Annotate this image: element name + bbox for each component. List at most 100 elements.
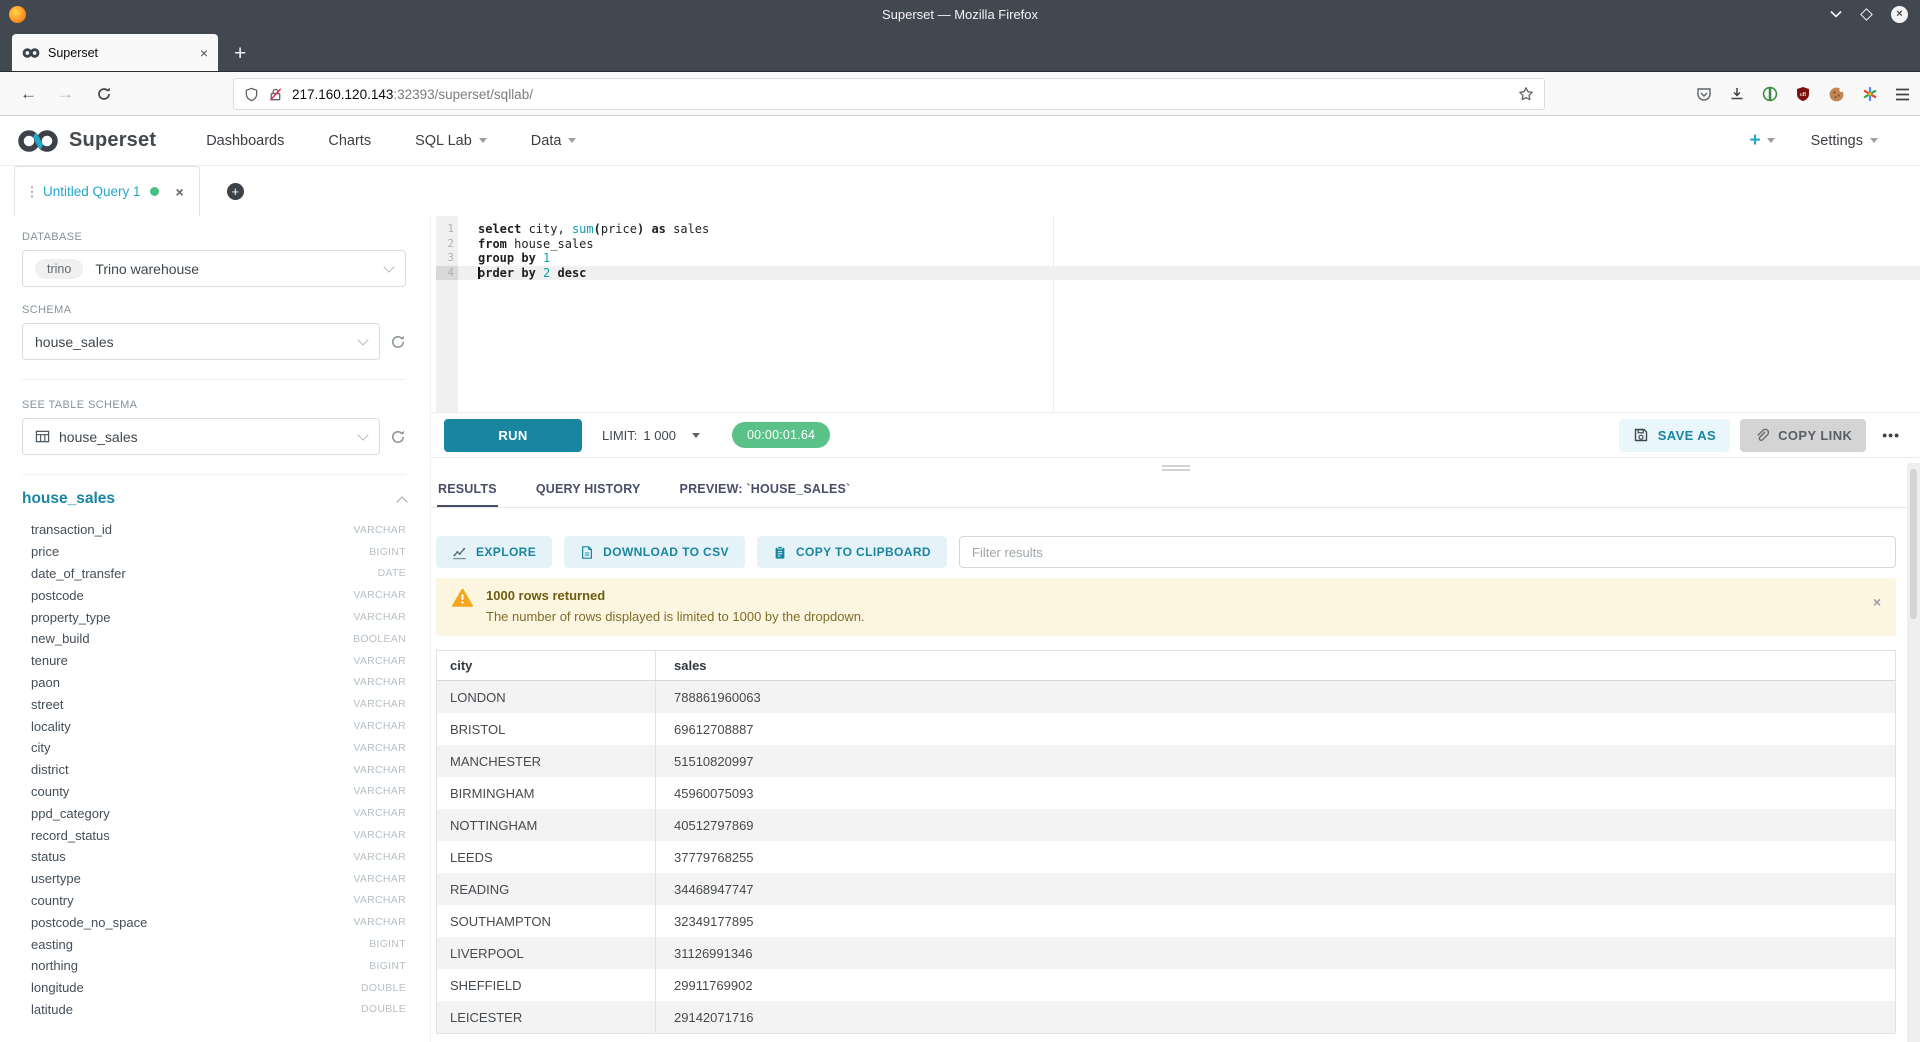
query-tab-close-icon[interactable]: × [176, 184, 184, 200]
nav-item-data[interactable]: Data [531, 133, 577, 149]
csv-file-icon [580, 545, 594, 560]
window-maximize-icon[interactable] [1860, 8, 1873, 21]
chevron-down-icon [383, 261, 394, 272]
editor-code[interactable]: select city, sum(price) as salesfrom hou… [458, 216, 1920, 412]
column-type: VARCHAR [353, 611, 406, 623]
table-select[interactable]: house_sales [22, 418, 380, 455]
more-actions-button[interactable]: ••• [1876, 427, 1906, 443]
cookie-icon[interactable] [1828, 86, 1845, 103]
table-name-heading[interactable]: house_sales [22, 490, 115, 508]
column-type: DOUBLE [361, 1003, 406, 1015]
line-number: 3 [436, 251, 458, 266]
tab-close-icon[interactable]: × [200, 45, 208, 61]
collapse-chevron-icon[interactable] [396, 496, 407, 507]
column-row: usertypeVARCHAR [22, 868, 406, 890]
column-row: districtVARCHAR [22, 759, 406, 781]
refresh-tables-icon[interactable] [390, 429, 406, 445]
results-tab-results[interactable]: RESULTS [437, 480, 498, 507]
download-to-csv-button[interactable]: DOWNLOAD TO CSV [564, 536, 745, 568]
reload-icon[interactable] [96, 86, 112, 102]
column-row: longitudeDOUBLE [22, 977, 406, 999]
table-row: LEEDS37779768255 [437, 841, 1895, 873]
results-table: citysalesLONDON788861960063BRISTOL696127… [436, 650, 1896, 1034]
copy-link-button[interactable]: COPY LINK [1740, 419, 1866, 452]
download-icon[interactable] [1729, 86, 1745, 102]
sql-editor[interactable]: 1234 select city, sum(price) as salesfro… [431, 216, 1920, 413]
drag-dots-icon[interactable] [30, 185, 34, 198]
column-name: property_type [31, 610, 111, 625]
forward-icon[interactable]: → [57, 84, 74, 104]
line-number: 2 [436, 237, 458, 252]
column-name: locality [31, 719, 71, 734]
browser-tab-bar: Superset × + [0, 28, 1920, 72]
limit-dropdown[interactable]: LIMIT: 1 000 [602, 428, 700, 443]
chevron-down-icon [357, 429, 368, 440]
column-name: street [31, 697, 64, 712]
url-bar[interactable]: 217.160.120.143:32393/superset/sqllab/ [233, 78, 1545, 110]
query-tab[interactable]: Untitled Query 1 × [14, 166, 200, 216]
database-select[interactable]: trino Trino warehouse [22, 250, 406, 287]
pocket-icon[interactable] [1696, 86, 1712, 102]
cell-city: READING [437, 873, 656, 905]
alert-body: The number of rows displayed is limited … [486, 609, 865, 624]
cell-city: LEICESTER [437, 1001, 656, 1033]
save-as-button[interactable]: SAVE AS [1619, 419, 1730, 452]
results-scrollbar[interactable] [1907, 463, 1920, 1042]
window-close-icon[interactable]: × [1891, 6, 1908, 23]
shield-icon[interactable] [244, 87, 259, 102]
sql-editor-pane: 1234 select city, sum(price) as salesfro… [430, 216, 1920, 1042]
table-schema-label: SEE TABLE SCHEMA [22, 399, 406, 411]
column-type: VARCHAR [353, 873, 406, 885]
insecure-lock-icon[interactable] [268, 87, 283, 102]
bookmark-star-icon[interactable] [1518, 86, 1534, 102]
run-button[interactable]: RUN [444, 419, 582, 452]
column-type: VARCHAR [353, 698, 406, 710]
column-type: BIGINT [369, 938, 406, 950]
column-name: date_of_transfer [31, 566, 126, 581]
cell-sales: 29142071716 [656, 1010, 1895, 1025]
extension-icon[interactable] [1862, 86, 1878, 102]
settings-menu[interactable]: Settings [1811, 133, 1878, 149]
nav-item-sql-lab[interactable]: SQL Lab [415, 133, 487, 149]
column-row: record_statusVARCHAR [22, 824, 406, 846]
ublock-origin-icon[interactable]: uB [1795, 86, 1811, 102]
column-header-sales[interactable]: sales [656, 658, 1895, 673]
editor-gutter: 1234 [436, 216, 458, 412]
column-row: eastingBIGINT [22, 933, 406, 955]
cell-city: MANCHESTER [437, 745, 656, 777]
results-tab-query-history[interactable]: QUERY HISTORY [535, 480, 642, 507]
column-type: VARCHAR [353, 894, 406, 906]
filter-results-input[interactable] [959, 536, 1896, 568]
cell-city: LEEDS [437, 841, 656, 873]
add-query-tab-button[interactable]: + [227, 183, 244, 200]
url-path: :32393/superset/sqllab/ [393, 87, 533, 102]
alert-close-icon[interactable]: × [1873, 594, 1881, 610]
cell-city: BRISTOL [437, 713, 656, 745]
divider [22, 379, 406, 380]
scrollbar-thumb[interactable] [1910, 469, 1917, 619]
cell-sales: 29911769902 [656, 978, 1895, 993]
column-type: VARCHAR [353, 589, 406, 601]
explore-button[interactable]: EXPLORE [436, 536, 552, 568]
column-row: countryVARCHAR [22, 890, 406, 912]
new-tab-button[interactable]: + [234, 43, 246, 64]
back-icon[interactable]: ← [20, 84, 37, 104]
privacy-badger-icon[interactable] [1762, 86, 1778, 102]
table-row: BRISTOL69612708887 [437, 713, 1895, 745]
browser-tab[interactable]: Superset × [12, 34, 218, 71]
table-row: SOUTHAMPTON32349177895 [437, 905, 1895, 937]
column-header-city[interactable]: city [437, 651, 656, 680]
schema-select[interactable]: house_sales [22, 323, 380, 360]
superset-brand[interactable]: Superset [16, 127, 156, 155]
schema-value: house_sales [35, 334, 114, 350]
results-tab-preview[interactable]: PREVIEW: `HOUSE_SALES` [679, 480, 852, 507]
menu-icon[interactable] [1895, 88, 1910, 101]
nav-item-charts[interactable]: Charts [328, 133, 371, 149]
window-minimize-icon[interactable] [1830, 10, 1842, 18]
add-new-button[interactable]: + [1749, 130, 1774, 152]
nav-item-dashboards[interactable]: Dashboards [206, 133, 284, 149]
cell-city: LONDON [437, 681, 656, 713]
pane-resize-handle[interactable] [1162, 465, 1190, 473]
refresh-schema-icon[interactable] [390, 334, 406, 350]
copy-to-clipboard-button[interactable]: COPY TO CLIPBOARD [757, 536, 947, 568]
